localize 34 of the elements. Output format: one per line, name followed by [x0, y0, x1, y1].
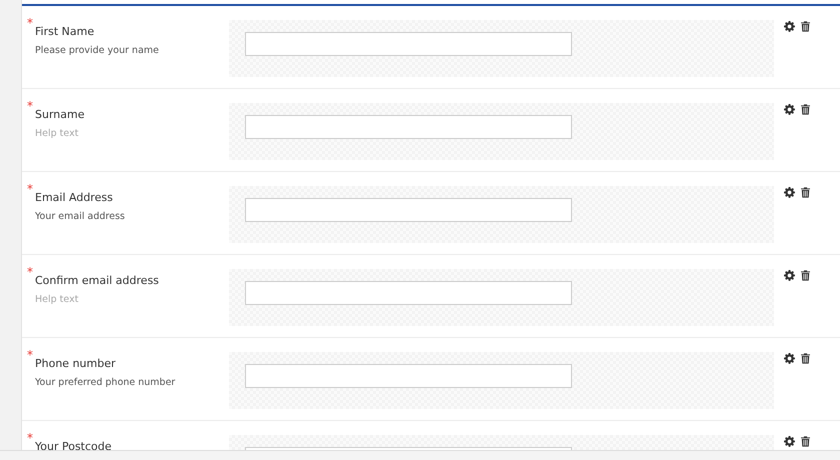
input-field[interactable]: [245, 115, 572, 139]
trash-icon[interactable]: [801, 21, 810, 32]
trash-icon[interactable]: [801, 104, 810, 115]
required-mark: *: [27, 16, 33, 30]
trash-icon[interactable]: [801, 187, 810, 198]
field-label: Confirm email address: [35, 274, 160, 287]
required-mark: *: [27, 431, 33, 445]
settings-icon[interactable]: [784, 187, 795, 198]
help-text: Your email address: [35, 211, 126, 222]
required-mark: *: [27, 99, 33, 113]
help-text: Help text: [35, 294, 80, 305]
field-label: Email Address: [35, 191, 114, 204]
settings-icon[interactable]: [784, 353, 795, 364]
help-text: Help text: [35, 128, 80, 139]
settings-icon[interactable]: [784, 436, 795, 447]
required-mark: *: [27, 265, 33, 279]
trash-icon[interactable]: [801, 270, 810, 281]
field-label: First Name: [35, 25, 96, 38]
help-text: Please provide your name: [35, 45, 160, 56]
trash-icon[interactable]: [801, 436, 810, 447]
input-field[interactable]: [245, 32, 572, 56]
settings-icon[interactable]: [784, 104, 795, 115]
settings-icon[interactable]: [784, 21, 795, 32]
input-field[interactable]: [245, 281, 572, 305]
help-text: Your preferred phone number: [35, 377, 176, 388]
field-label: Phone number: [35, 357, 117, 370]
field-label: Your Postcode: [35, 440, 113, 450]
required-mark: *: [27, 348, 33, 362]
required-mark: *: [27, 182, 33, 196]
input-field[interactable]: [245, 364, 572, 388]
field-label: Surname: [35, 108, 86, 121]
trash-icon[interactable]: [801, 353, 810, 364]
settings-icon[interactable]: [784, 270, 795, 281]
input-field[interactable]: [245, 198, 572, 222]
